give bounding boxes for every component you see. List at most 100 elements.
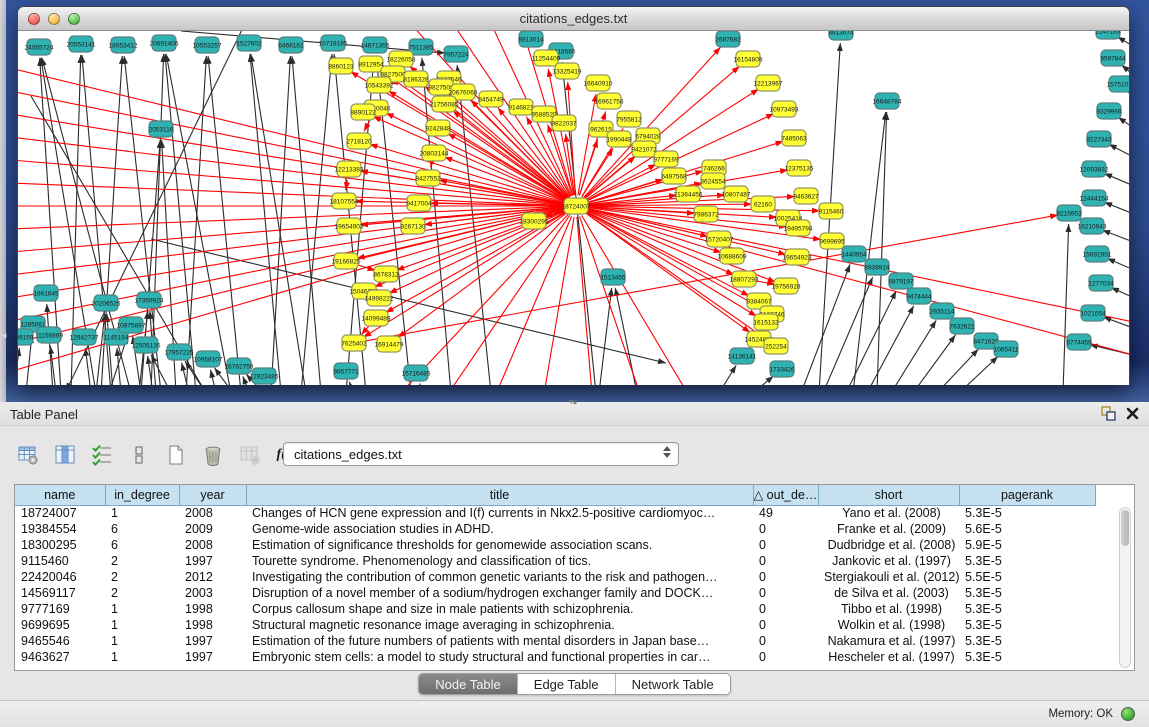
- splitter-collapse-arrow[interactable]: ◄: [0, 330, 8, 342]
- graph-node[interactable]: 15751074: [1107, 76, 1129, 92]
- graph-node[interactable]: 19166825: [332, 253, 361, 269]
- graph-node[interactable]: 62160: [751, 196, 775, 212]
- graph-node[interactable]: 1139159: [18, 329, 34, 345]
- table-row[interactable]: 2242004622012Investigating the contribut…: [15, 569, 1095, 585]
- graph-node[interactable]: 16961758: [595, 93, 624, 109]
- graph-node[interactable]: 6497568: [661, 168, 687, 184]
- graph-node[interactable]: 10688609: [718, 248, 747, 264]
- table-row[interactable]: 1872400712008Changes of HCN gene express…: [15, 505, 1095, 521]
- graph-node[interactable]: 19654903: [335, 218, 364, 234]
- graph-node[interactable]: 10543392: [365, 77, 394, 93]
- table-row[interactable]: 1938455462009Genome-wide association stu…: [15, 521, 1095, 537]
- scrollbar-thumb[interactable]: [1121, 510, 1129, 546]
- select-all-rows-icon[interactable]: [88, 441, 116, 469]
- table-row[interactable]: 911546021997Tourette syndrome. Phenomeno…: [15, 553, 1095, 569]
- graph-node[interactable]: 1733426: [769, 361, 795, 377]
- graph-node[interactable]: 19756928: [772, 278, 801, 294]
- graph-node[interactable]: 6774459: [1066, 334, 1092, 350]
- graph-node[interactable]: 10973493: [770, 101, 799, 117]
- graph-node[interactable]: 9421072: [631, 141, 657, 157]
- tab-edge-table[interactable]: Edge Table: [517, 674, 615, 694]
- graph-node[interactable]: 1513455: [600, 269, 626, 285]
- graph-node[interactable]: 8912954: [358, 56, 384, 72]
- graph-node[interactable]: 8215953: [1056, 205, 1082, 221]
- graph-node[interactable]: 12093832: [1080, 161, 1109, 177]
- graph-node[interactable]: 6879197: [888, 273, 914, 289]
- delete-rows-trash-icon[interactable]: [199, 441, 227, 469]
- graph-node[interactable]: 10975887: [117, 317, 146, 333]
- graph-node[interactable]: 2687682: [715, 31, 741, 47]
- graph-node[interactable]: 9699695: [819, 233, 845, 249]
- graph-node[interactable]: 3624554: [700, 173, 726, 189]
- close-panel-icon[interactable]: [1126, 407, 1139, 425]
- graph-node[interactable]: 13325419: [553, 63, 582, 79]
- graph-node[interactable]: 9417004: [406, 195, 432, 211]
- graph-node[interactable]: 19495794: [784, 220, 813, 236]
- graph-node[interactable]: 19654923: [783, 249, 812, 265]
- graph-node[interactable]: 9329966: [1096, 103, 1122, 119]
- graph-node[interactable]: 8613074: [828, 31, 854, 40]
- graph-node[interactable]: 18107554: [330, 193, 359, 209]
- graph-node[interactable]: 17957225: [165, 344, 194, 360]
- graph-node[interactable]: 9857771: [333, 363, 359, 379]
- graph-node[interactable]: 9463627: [793, 188, 819, 204]
- graph-node[interactable]: 16640910: [584, 75, 613, 91]
- graph-node[interactable]: 15692951: [1083, 246, 1112, 262]
- graph-node[interactable]: 11156869: [35, 327, 63, 343]
- graph-node[interactable]: 9115460: [819, 203, 844, 219]
- graph-node[interactable]: 8678312: [373, 266, 399, 282]
- graph-node[interactable]: 8860123: [328, 58, 354, 74]
- graph-node[interactable]: 24055724: [25, 39, 54, 55]
- graph-node[interactable]: 9597844: [1100, 50, 1126, 66]
- graph-node[interactable]: 1861645: [33, 285, 59, 301]
- graph-node[interactable]: 8454749: [478, 91, 504, 107]
- graph-node[interactable]: 1065411: [994, 341, 1019, 357]
- graph-node[interactable]: 9474444: [906, 288, 932, 304]
- column-header-in_degree[interactable]: in_degree: [105, 485, 179, 505]
- graph-node[interactable]: 9777169: [653, 151, 679, 167]
- network-table-selector[interactable]: citations_edges.txt: [283, 442, 679, 466]
- memory-status-indicator[interactable]: [1121, 707, 1135, 721]
- new-table-icon[interactable]: [162, 441, 190, 469]
- graph-node[interactable]: 12213967: [754, 75, 783, 91]
- graph-node[interactable]: 2147183: [1095, 31, 1121, 39]
- graph-node[interactable]: 18807293: [730, 271, 759, 287]
- column-header-pagerank[interactable]: pagerank: [959, 485, 1095, 505]
- graph-node[interactable]: 10958107: [194, 351, 223, 367]
- float-panel-icon[interactable]: [1101, 406, 1116, 426]
- network-canvas[interactable]: 2405572420553141186534122069140610553257…: [18, 31, 1129, 385]
- column-header-title[interactable]: title: [246, 485, 753, 505]
- graph-node[interactable]: 1277034: [1088, 275, 1114, 291]
- graph-node[interactable]: 16154808: [734, 51, 763, 67]
- table-options-icon[interactable]: [14, 441, 42, 469]
- graph-node[interactable]: 15716485: [402, 365, 431, 381]
- table-row[interactable]: 946362711997Embryonic stem cells: a mode…: [15, 649, 1095, 665]
- graph-node[interactable]: 1527602: [236, 35, 262, 51]
- row-height-icon[interactable]: [125, 441, 153, 469]
- graph-node[interactable]: 7986372: [693, 206, 719, 222]
- graph-node[interactable]: 16782759: [225, 358, 254, 374]
- graph-node[interactable]: 14998222: [365, 290, 394, 306]
- network-view-window[interactable]: citations_edges.txt 24055724205531411865…: [17, 6, 1130, 385]
- graph-node[interactable]: 20553141: [67, 36, 96, 52]
- graph-node[interactable]: 9890122: [350, 104, 376, 120]
- column-header-short[interactable]: short: [818, 485, 959, 505]
- graph-node[interactable]: 8938924: [864, 259, 890, 275]
- graph-node[interactable]: 1440954: [841, 246, 867, 262]
- graph-node[interactable]: 14136141: [728, 348, 757, 364]
- graph-node[interactable]: 16648784: [873, 93, 902, 109]
- graph-node[interactable]: 8186328: [403, 71, 429, 87]
- graph-node[interactable]: 7625402: [341, 335, 367, 351]
- graph-node[interactable]: 21364456: [674, 186, 703, 202]
- graph-node[interactable]: 16210643: [1078, 218, 1107, 234]
- graph-node[interactable]: 12375135: [785, 160, 814, 176]
- graph-node[interactable]: 18724007: [562, 198, 591, 214]
- graph-node[interactable]: 6466161: [278, 37, 304, 53]
- graph-node[interactable]: 14671355: [361, 37, 390, 53]
- graph-node[interactable]: 12213383: [335, 161, 364, 177]
- graph-node[interactable]: 9267130: [400, 218, 426, 234]
- graph-node[interactable]: 10553257: [193, 37, 222, 53]
- column-header-year[interactable]: year: [179, 485, 246, 505]
- graph-node[interactable]: 17359924: [135, 292, 164, 308]
- graph-node[interactable]: 18300295: [520, 213, 549, 229]
